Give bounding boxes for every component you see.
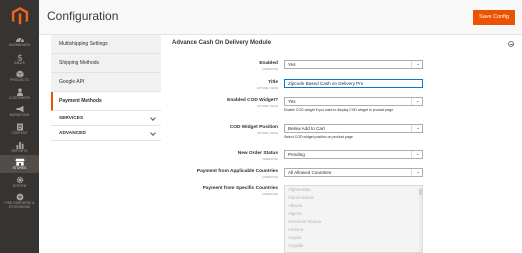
- nav-label: Sales: [14, 60, 25, 65]
- chevron-down-icon: [150, 115, 156, 121]
- tab-payment-methods[interactable]: Payment Methods: [51, 92, 161, 111]
- cube-icon: [15, 70, 24, 78]
- nav-label: Reports: [11, 148, 28, 153]
- app: Dashboard $ Sales Products Customers Mar…: [0, 0, 522, 253]
- field-scope: [STORE VIEW]: [256, 104, 278, 108]
- config-main: Advance Cash On Delivery Module Enabled …: [166, 35, 522, 253]
- nav-item-marketing[interactable]: Marketing: [0, 102, 39, 120]
- tab-section-advanced[interactable]: ADVANCED: [51, 126, 161, 141]
- nav-item-system[interactable]: System: [0, 173, 39, 191]
- tab-section-label: SERVICES: [59, 116, 84, 121]
- gear-icon: [16, 176, 23, 184]
- nav-label: Dashboard: [8, 43, 31, 47]
- nav-label: Marketing: [9, 113, 30, 118]
- nav-item-stores[interactable]: Stores: [0, 155, 39, 173]
- field-scope: [WEBSITE]: [262, 192, 278, 196]
- store-icon: [15, 158, 24, 166]
- list-item[interactable]: Åland Islands: [285, 194, 422, 202]
- megaphone-icon: [16, 106, 23, 113]
- field-scope: [STORE VIEW]: [256, 86, 278, 90]
- specific-countries-multiselect[interactable]: Afghanistan Åland Islands Albania Algeri…: [284, 185, 423, 253]
- chevron-down-icon: [150, 130, 156, 136]
- svg-text:$: $: [17, 53, 23, 61]
- list-item[interactable]: American Samoa: [285, 218, 422, 226]
- field-scope: [WEBSITE]: [262, 175, 278, 179]
- nav-item-content[interactable]: Content: [0, 120, 39, 138]
- page-title: Configuration: [47, 9, 119, 23]
- nav-label: Products: [10, 78, 29, 83]
- field-scope: [WEBSITE]: [262, 67, 278, 71]
- field-note: Enable COD widget if you want to display…: [284, 108, 394, 112]
- field-note: Select COD widget position on product pa…: [284, 135, 353, 139]
- title-input[interactable]: Zipcode Based Cash on Delivery Pro: [284, 79, 423, 88]
- list-item[interactable]: Algeria: [285, 210, 422, 218]
- field-scope: [WEBSITE]: [262, 157, 278, 161]
- scrollbar-thumb[interactable]: [418, 189, 422, 195]
- page-header: Configuration Save Config: [39, 0, 522, 35]
- extensions-icon: [16, 193, 23, 201]
- magento-logo[interactable]: [11, 6, 29, 26]
- tab-shipping-methods[interactable]: Shipping Methods: [51, 54, 161, 73]
- field-label: COD Widget Position: [229, 125, 278, 130]
- field-label: Enabled COD Widget?: [227, 98, 278, 103]
- scrollbar-track[interactable]: [418, 187, 422, 252]
- dollar-icon: $: [17, 53, 23, 61]
- field-label: New Order Status: [237, 151, 278, 156]
- save-config-button[interactable]: Save Config: [473, 10, 515, 25]
- cod-widget-select[interactable]: Yes: [284, 97, 423, 106]
- admin-nav: Dashboard $ Sales Products Customers Mar…: [0, 0, 39, 253]
- order-status-select[interactable]: Pending: [284, 150, 423, 159]
- field-label: Payment from Specific Countries: [202, 186, 278, 191]
- list-item[interactable]: Anguilla: [285, 242, 422, 250]
- nav-item-sales[interactable]: $ Sales: [0, 50, 39, 68]
- nav-label: Content: [11, 130, 28, 135]
- tab-multishipping-settings[interactable]: Multishipping Settings: [51, 35, 161, 54]
- widget-position-select[interactable]: Below Add to Cart: [284, 124, 423, 133]
- nav-item-customers[interactable]: Customers: [0, 85, 39, 103]
- nav-item-products[interactable]: Products: [0, 67, 39, 85]
- nav-item-dashboard[interactable]: Dashboard: [0, 32, 39, 50]
- field-scope: [STORE VIEW]: [256, 131, 278, 135]
- nav-label: Stores: [12, 166, 27, 171]
- nav-item-reports[interactable]: Reports: [0, 138, 39, 156]
- nav-label: Find Partners & Extensions: [4, 201, 35, 209]
- section-title[interactable]: Advance Cash On Delivery Module: [172, 40, 271, 46]
- list-item[interactable]: Andorra: [285, 226, 422, 234]
- nav-label: System: [12, 183, 27, 188]
- enabled-select[interactable]: Yes: [284, 60, 423, 69]
- dashboard-icon: [15, 38, 24, 43]
- field-label: Title: [268, 80, 278, 85]
- config-tabs: Multishipping Settings Shipping Methods …: [51, 35, 161, 253]
- nav-label: Customers: [8, 95, 31, 100]
- nav-item-partners[interactable]: Find Partners & Extensions: [0, 190, 39, 211]
- person-icon: [16, 88, 23, 96]
- collapse-icon[interactable]: [508, 41, 514, 47]
- list-item[interactable]: Albania: [285, 202, 422, 210]
- applicable-countries-select[interactable]: All Allowed Countries: [284, 168, 423, 177]
- content-icon: [16, 123, 23, 131]
- bar-chart-icon: [16, 141, 23, 149]
- field-label: Payment from Applicable Countries: [196, 169, 278, 174]
- tab-section-label: ADVANCED: [59, 131, 86, 136]
- tab-google-api[interactable]: Google API: [51, 73, 161, 92]
- list-item[interactable]: Afghanistan: [285, 186, 422, 194]
- field-label: Enabled: [259, 61, 278, 66]
- list-item[interactable]: Angola: [285, 234, 422, 242]
- tab-section-services[interactable]: SERVICES: [51, 111, 161, 126]
